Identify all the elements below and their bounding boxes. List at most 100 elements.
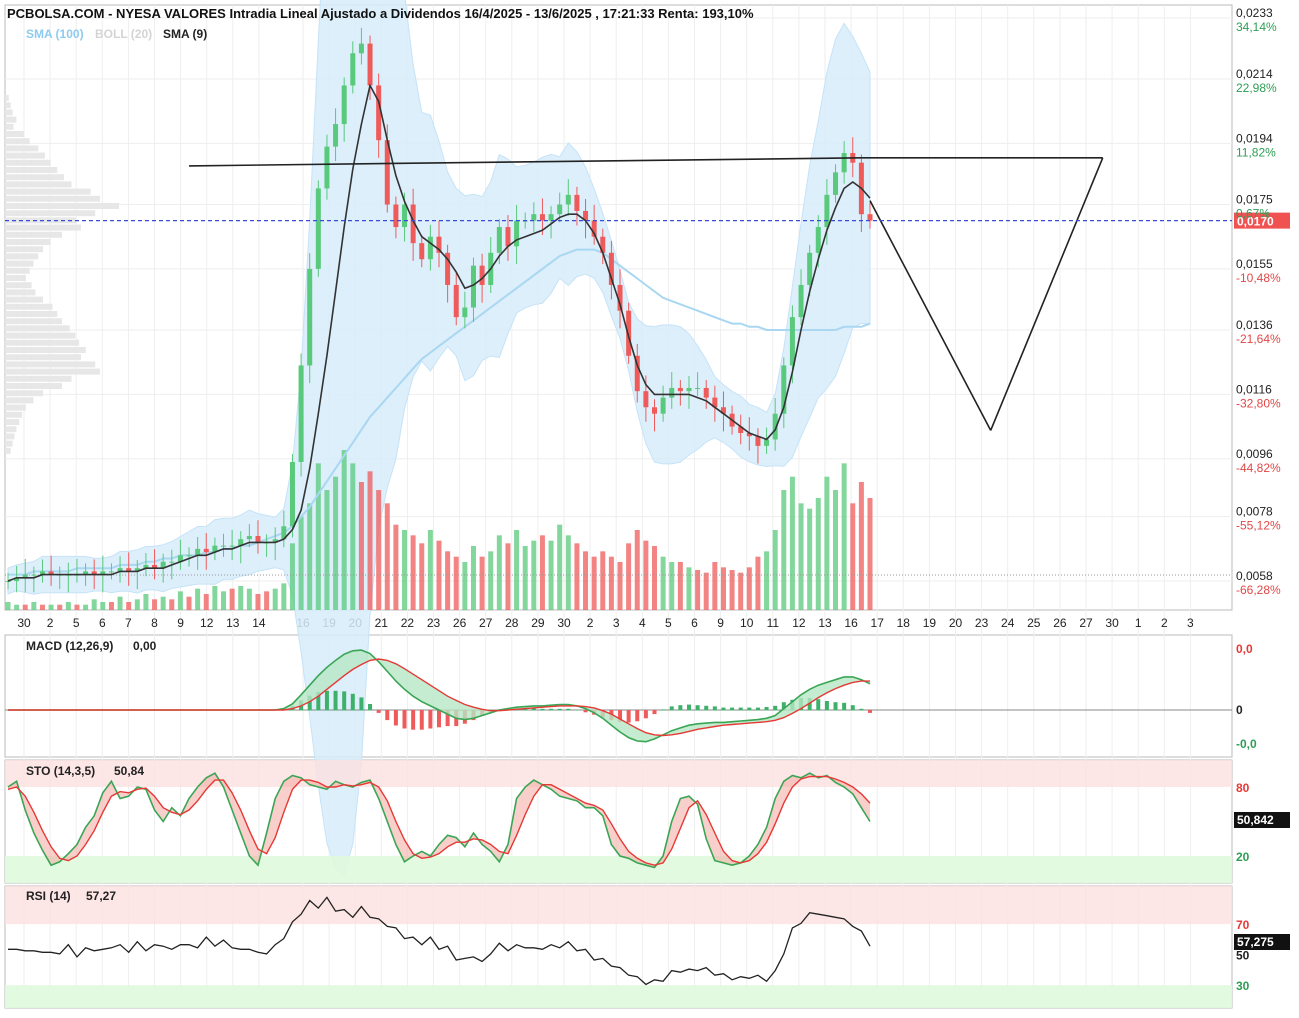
macd-histogram-bar: [695, 705, 700, 711]
candle-body: [186, 555, 192, 557]
volume-bar: [686, 567, 692, 610]
macd-histogram-bar: [385, 710, 390, 721]
volume-bar: [212, 586, 218, 610]
volume-bar: [453, 556, 459, 610]
volume-bar: [703, 572, 709, 610]
macd-histogram-bar: [868, 710, 872, 713]
y-tick-pct: 22,98%: [1236, 81, 1277, 95]
volume-bar: [833, 490, 839, 610]
volume-bar: [169, 599, 175, 610]
candle-body: [557, 204, 563, 215]
x-tick-label: 30: [557, 616, 571, 630]
x-tick-label: 12: [792, 616, 806, 630]
macd-histogram-bar: [540, 708, 545, 711]
macd-histogram-bar: [850, 705, 855, 711]
candle-body: [789, 317, 795, 366]
volume-bar: [117, 596, 123, 610]
candle-body: [677, 387, 683, 392]
candle-body: [367, 43, 373, 86]
y-tick-pct: -55,12%: [1236, 519, 1281, 533]
volume-bar: [39, 604, 45, 610]
y-tick-price: 0,0078: [1236, 505, 1273, 519]
rsi-tick-50: 50: [1236, 949, 1250, 963]
candle-body: [479, 265, 485, 285]
volume-bar: [177, 591, 183, 610]
volume-profile-bar: [5, 253, 39, 260]
x-tick-label: 20: [949, 616, 963, 630]
y-tick-pct: -10,48%: [1236, 271, 1281, 285]
macd-histogram-bar: [428, 710, 433, 729]
macd-tick-zero: 0: [1236, 703, 1243, 717]
candle-body: [358, 43, 364, 54]
volume-profile-bar: [5, 246, 43, 253]
volume-bar: [514, 530, 520, 610]
volume-bar: [841, 463, 847, 610]
y-tick-price: 0,0175: [1236, 193, 1273, 207]
y-tick-pct: -21,64%: [1236, 332, 1281, 346]
x-tick-label: 29: [531, 616, 545, 630]
volume-bar: [289, 543, 295, 610]
volume-bar: [445, 551, 451, 610]
x-tick-label: 18: [897, 616, 911, 630]
candle-body: [195, 548, 201, 556]
volume-profile-bar: [5, 282, 32, 289]
macd-histogram-bar: [626, 710, 631, 723]
x-tick-label: 8: [151, 616, 158, 630]
macd-histogram-bar: [333, 690, 338, 711]
volume-bar: [677, 562, 683, 610]
volume-bar: [488, 551, 494, 610]
volume-bar: [358, 482, 364, 610]
macd-histogram-bar: [368, 704, 373, 711]
volume-bar: [505, 543, 511, 610]
volume-profile-bar: [5, 440, 13, 447]
volume-bar: [341, 450, 347, 610]
volume-bar: [264, 591, 270, 610]
volume-profile-bar: [5, 397, 34, 404]
x-tick-label: 17: [871, 616, 885, 630]
candle-body: [333, 124, 339, 147]
volume-profile-bar: [5, 138, 30, 145]
volume-bar: [626, 543, 632, 610]
volume-bar: [74, 604, 80, 610]
macd-histogram-bar: [411, 710, 416, 730]
candle-body: [703, 387, 709, 398]
rsi-tick-70: 70: [1236, 918, 1250, 932]
volume-bar: [195, 588, 201, 610]
volume-profile-bar: [5, 210, 96, 217]
macd-histogram-bar: [402, 710, 407, 729]
x-tick-label: 2: [47, 616, 54, 630]
volume-bar: [108, 602, 114, 610]
volume-profile-bar: [5, 411, 23, 418]
macd-histogram-bar: [566, 708, 571, 711]
macd-histogram-bar: [712, 706, 717, 711]
rsi-oversold-zone: [5, 985, 1232, 1008]
volume-bar: [410, 535, 416, 610]
candle-body: [246, 535, 252, 540]
x-tick-label: 12: [200, 616, 214, 630]
volume-bar: [272, 588, 278, 610]
macd-fill: [8, 650, 870, 742]
candle-body: [31, 574, 37, 576]
rsi-tick-30: 30: [1236, 979, 1250, 993]
macd-title: MACD (12,26,9): [26, 639, 113, 653]
volume-profile-bar: [5, 311, 58, 317]
candle-body: [815, 227, 821, 253]
macd-histogram-bar: [574, 710, 579, 711]
volume-bar: [393, 524, 399, 610]
macd-tick-top: 0,0: [1236, 642, 1253, 656]
y-tick-price: 0,0136: [1236, 318, 1273, 332]
volume-bar: [48, 604, 54, 610]
x-tick-label: 3: [613, 616, 620, 630]
volume-bar: [203, 594, 209, 610]
macd-histogram-bar: [816, 699, 821, 711]
volume-bar: [850, 503, 856, 610]
rsi-last-value: 57,275: [1237, 935, 1274, 949]
volume-profile-bar: [5, 368, 100, 375]
candle-body: [307, 268, 313, 366]
candle-body: [841, 153, 847, 173]
x-tick-label: 13: [226, 616, 240, 630]
macd-histogram-bar: [678, 705, 683, 711]
macd-histogram-bar: [652, 710, 657, 715]
volume-bar: [126, 602, 132, 610]
volume-profile-bar: [5, 181, 72, 188]
